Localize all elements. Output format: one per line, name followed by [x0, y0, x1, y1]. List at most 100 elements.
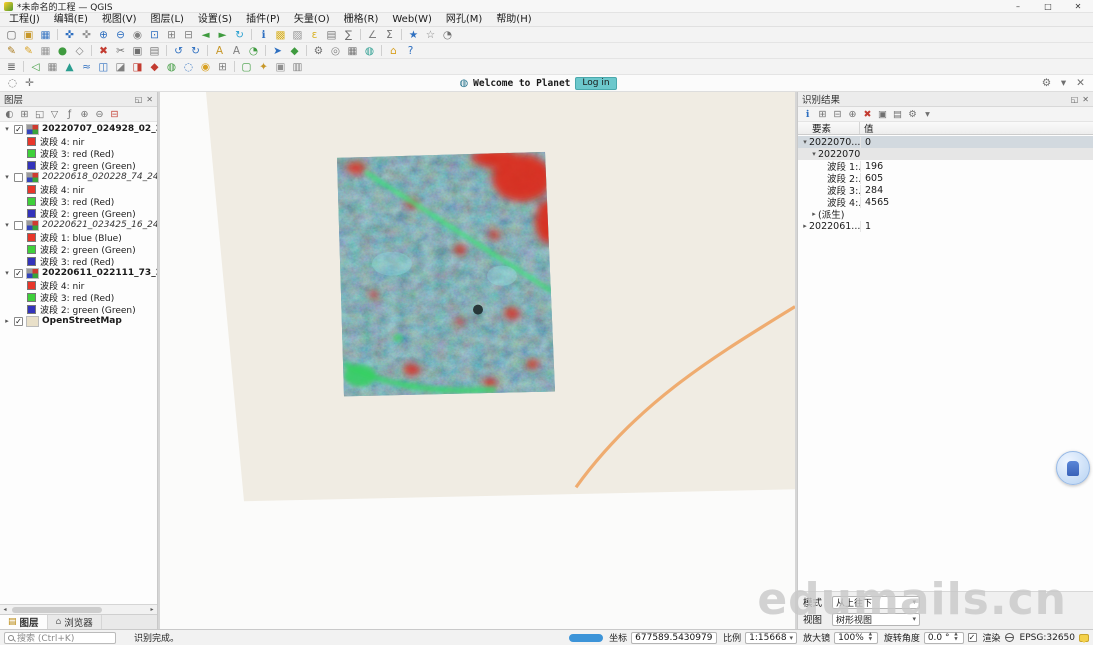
save-project-icon[interactable]: ▦: [37, 28, 54, 42]
pin-tool-icon[interactable]: ✛: [21, 76, 38, 90]
show-bookmarks-icon[interactable]: ☆: [422, 28, 439, 42]
undo-icon[interactable]: ↺: [170, 44, 187, 58]
python-console-icon[interactable]: ➤: [269, 44, 286, 58]
new-virtual-layer-icon[interactable]: ▣: [272, 60, 289, 74]
identify-features-icon[interactable]: ℹ: [255, 28, 272, 42]
add-postgis-icon[interactable]: ◫: [95, 60, 112, 74]
expander-icon[interactable]: ▾: [810, 150, 818, 158]
deselect-features-icon[interactable]: ▨: [289, 28, 306, 42]
band-item[interactable]: 波段 4: nir: [0, 279, 157, 291]
paste-features-icon[interactable]: ▤: [146, 44, 163, 58]
remove-layer-icon[interactable]: ⊟: [107, 108, 122, 121]
scale-select[interactable]: 1:15668 ▾: [745, 632, 797, 644]
menu-item-10[interactable]: 网孔(M): [439, 13, 489, 27]
labeling-icon[interactable]: A: [211, 44, 228, 58]
expander-icon[interactable]: ▾: [3, 269, 11, 277]
locator-search-input[interactable]: 搜索 (Ctrl+K): [4, 632, 116, 644]
field-calculator-icon[interactable]: ∑: [340, 28, 357, 42]
filter-legend-icon[interactable]: ▽: [47, 108, 62, 121]
save-edits-icon[interactable]: ▦: [37, 44, 54, 58]
raster-calculator-icon[interactable]: ▦: [344, 44, 361, 58]
add-delimited-text-icon[interactable]: ≈: [78, 60, 95, 74]
menu-item-8[interactable]: 栅格(R): [337, 13, 386, 27]
map-themes-icon[interactable]: ◱: [32, 108, 47, 121]
scroll-right-icon[interactable]: ▸: [147, 606, 157, 613]
menu-item-4[interactable]: 图层(L): [144, 13, 191, 27]
new-memory-layer-icon[interactable]: ▥: [289, 60, 306, 74]
rotation-spinbox[interactable]: 0.0 ° ▲▼: [924, 632, 964, 644]
layer-node[interactable]: ▾✓20220611_022111_73_2262: [0, 267, 157, 279]
band-item[interactable]: 波段 3: red (Red): [0, 255, 157, 267]
menu-item-6[interactable]: 插件(P): [239, 13, 287, 27]
zoom-full-icon[interactable]: ⊡: [146, 28, 163, 42]
notification-close-icon[interactable]: ✕: [1072, 76, 1089, 90]
login-button[interactable]: Log in: [575, 77, 616, 90]
band-item[interactable]: 波段 4: nir: [0, 183, 157, 195]
band-item[interactable]: 波段 3: red (Red): [0, 195, 157, 207]
band-item[interactable]: 波段 3: red (Red): [0, 291, 157, 303]
open-project-icon[interactable]: ▣: [20, 28, 37, 42]
crs-status[interactable]: EPSG:32650: [1020, 633, 1075, 643]
layer-node[interactable]: ▸✓OpenStreetMap: [0, 315, 157, 327]
add-wms-icon[interactable]: ◍: [163, 60, 180, 74]
pan-map-icon[interactable]: ✜: [61, 28, 78, 42]
menu-item-5[interactable]: 设置(S): [191, 13, 239, 27]
statistics-icon[interactable]: Σ: [381, 28, 398, 42]
layer-visibility-checkbox[interactable]: ✓: [14, 125, 23, 134]
current-edits-icon[interactable]: ✎: [3, 44, 20, 58]
maximize-button[interactable]: □: [1033, 0, 1063, 13]
menu-item-2[interactable]: 编辑(E): [47, 13, 95, 27]
georeferencer-icon[interactable]: ◎: [327, 44, 344, 58]
layer-visibility-checkbox[interactable]: [14, 221, 23, 230]
layer-visibility-checkbox[interactable]: [14, 173, 23, 182]
toggle-editing-icon[interactable]: ✎: [20, 44, 37, 58]
band-item[interactable]: 波段 2: green (Green): [0, 303, 157, 315]
street-view-icon[interactable]: ⌂: [385, 44, 402, 58]
measure-icon[interactable]: ∠: [364, 28, 381, 42]
layer-styling-icon[interactable]: ◐: [2, 108, 17, 121]
zoom-native-icon[interactable]: ◉: [129, 28, 146, 42]
new-geopackage-icon[interactable]: ▢: [238, 60, 255, 74]
mode-select[interactable]: 从上往下 ▾: [832, 596, 920, 609]
add-group-icon[interactable]: ⊞: [17, 108, 32, 121]
collapse-tree-icon[interactable]: ⊟: [830, 108, 845, 121]
expand-all-icon[interactable]: ⊕: [77, 108, 92, 121]
zoom-to-layer-icon[interactable]: ⊟: [180, 28, 197, 42]
notification-collapse-icon[interactable]: ▾: [1055, 76, 1072, 90]
spin-arrows-icon[interactable]: ▲▼: [867, 633, 874, 642]
messages-icon[interactable]: [1079, 634, 1089, 642]
band-item[interactable]: 波段 4: nir: [0, 135, 157, 147]
render-checkbox[interactable]: ✓: [968, 633, 977, 642]
search-tool-icon[interactable]: ◌: [4, 76, 21, 90]
new-project-icon[interactable]: ▢: [3, 28, 20, 42]
layer-node[interactable]: ▾20220618_020228_74_245c: [0, 171, 157, 183]
vertex-tool-icon[interactable]: ◇: [71, 44, 88, 58]
zoom-to-selection-icon[interactable]: ⊞: [163, 28, 180, 42]
layer-node[interactable]: ▾✓20220707_024928_02_2254: [0, 123, 157, 135]
identify-row[interactable]: ▸(派生): [798, 208, 1093, 220]
layer-visibility-checkbox[interactable]: ✓: [14, 317, 23, 326]
expander-icon[interactable]: ▾: [801, 138, 809, 146]
menu-item-11[interactable]: 帮助(H): [489, 13, 538, 27]
collapse-all-icon[interactable]: ⊖: [92, 108, 107, 121]
menu-item-7[interactable]: 矢量(O): [287, 13, 337, 27]
zoom-in-icon[interactable]: ⊕: [95, 28, 112, 42]
menu-item-3[interactable]: 视图(V): [95, 13, 144, 27]
band-item[interactable]: 波段 2: green (Green): [0, 207, 157, 219]
auto-expand-icon[interactable]: ⊕: [845, 108, 860, 121]
band-item[interactable]: 波段 2: green (Green): [0, 159, 157, 171]
band-item[interactable]: 波段 3: red (Red): [0, 147, 157, 159]
panel-tab-layers[interactable]: ▤图层: [0, 615, 48, 629]
band-item[interactable]: 波段 2: green (Green): [0, 243, 157, 255]
filter-expression-icon[interactable]: ƒ: [62, 108, 77, 121]
scroll-left-icon[interactable]: ◂: [0, 606, 10, 613]
view-select[interactable]: 树形视图 ▾: [832, 613, 920, 626]
processing-toolbox-icon[interactable]: ⚙: [310, 44, 327, 58]
band-item[interactable]: 波段 1: blue (Blue): [0, 231, 157, 243]
panel-close-icon[interactable]: ✕: [1082, 95, 1089, 104]
label-options-icon[interactable]: A: [228, 44, 245, 58]
menu-item-1[interactable]: 工程(J): [2, 13, 47, 27]
panel-dock-icon[interactable]: ◱: [135, 95, 143, 104]
delete-selected-icon[interactable]: ✖: [95, 44, 112, 58]
copy-features-icon[interactable]: ▣: [129, 44, 146, 58]
